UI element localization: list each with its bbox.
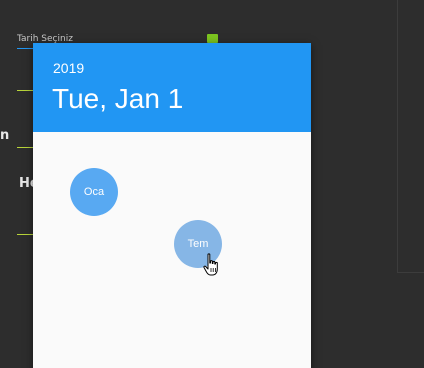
date-picker-header: 2019 Tue, Jan 1 bbox=[33, 43, 311, 132]
field-underline bbox=[17, 234, 33, 235]
app-window: Tarih Seçiniz n He 2019 Tue, Jan 1 Oca T… bbox=[0, 0, 424, 368]
date-picker-dialog: 2019 Tue, Jan 1 Oca Tem bbox=[33, 43, 311, 368]
calendar-icon[interactable] bbox=[207, 34, 218, 43]
right-panel bbox=[397, 0, 424, 273]
field-underline bbox=[17, 90, 33, 91]
date-field-underline bbox=[17, 48, 33, 49]
month-button-oca[interactable]: Oca bbox=[70, 168, 118, 216]
background-text-fragment: n bbox=[0, 128, 10, 143]
header-year[interactable]: 2019 bbox=[53, 60, 84, 76]
field-underline bbox=[17, 147, 33, 148]
header-selected-date[interactable]: Tue, Jan 1 bbox=[52, 83, 183, 115]
hand-pointer-icon bbox=[203, 253, 218, 276]
